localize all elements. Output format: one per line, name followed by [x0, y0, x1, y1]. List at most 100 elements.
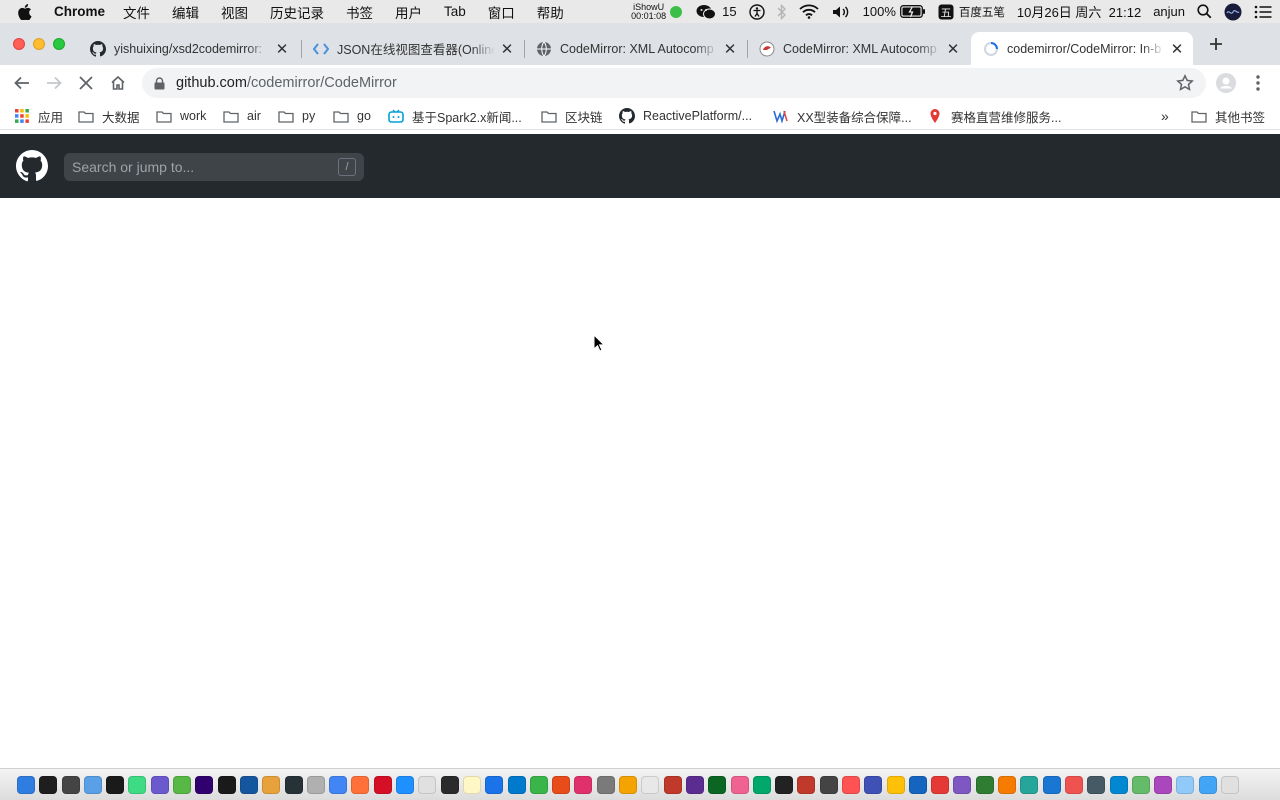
dock-app-icon[interactable]	[1020, 775, 1039, 794]
bookmark-star-icon[interactable]	[1176, 74, 1194, 92]
dock-app-icon[interactable]	[797, 775, 816, 794]
github-search-input[interactable]	[72, 159, 332, 175]
notification-center-icon[interactable]	[1254, 5, 1272, 19]
dock-app-icon[interactable]	[574, 775, 593, 794]
dock-app-icon[interactable]	[975, 775, 994, 794]
dock-app-icon[interactable]	[39, 775, 58, 794]
apple-icon[interactable]	[18, 3, 40, 20]
dock-app-icon[interactable]	[908, 775, 927, 794]
accessibility-icon[interactable]	[748, 3, 765, 20]
github-search-box[interactable]: /	[64, 153, 364, 181]
menu-file[interactable]: 文件	[123, 2, 150, 22]
dock-app-icon[interactable]	[128, 775, 147, 794]
dock-app-icon[interactable]	[931, 775, 950, 794]
dock-app-icon[interactable]	[485, 775, 504, 794]
menu-help[interactable]: 帮助	[537, 2, 564, 22]
bookmark-folder-go[interactable]: go	[333, 106, 371, 126]
dock-app-icon[interactable]	[1064, 775, 1083, 794]
dock-app-icon[interactable]	[841, 775, 860, 794]
menu-window[interactable]: 窗口	[488, 2, 515, 22]
url-text[interactable]: github.com/codemirror/CodeMirror	[176, 75, 397, 91]
dock-app-icon[interactable]	[17, 775, 35, 794]
menu-bookmarks[interactable]: 书签	[346, 2, 373, 22]
stop-loading-button[interactable]	[75, 72, 97, 94]
dock-app-icon[interactable]	[775, 775, 794, 794]
tab-codemirror-github-active[interactable]: codemirror/CodeMirror: In-b ✕	[971, 32, 1193, 65]
tab-codemirror-xml-2[interactable]: CodeMirror: XML Autocomp ✕	[747, 32, 969, 65]
tab-xsd2codemirror[interactable]: yishuixing/xsd2codemirror: ✕	[78, 32, 298, 65]
input-method-status[interactable]: 五 百度五笔	[938, 4, 1005, 20]
window-close-button[interactable]	[13, 38, 25, 50]
menu-edit[interactable]: 编辑	[172, 2, 199, 22]
bluetooth-icon[interactable]	[777, 3, 787, 20]
menu-tab[interactable]: Tab	[444, 4, 466, 19]
dock-app-icon[interactable]	[239, 775, 258, 794]
dock-app-icon[interactable]	[752, 775, 771, 794]
dock-app-icon[interactable]	[306, 775, 325, 794]
bookmark-folder-blockchain[interactable]: 区块链	[541, 106, 603, 126]
ishowu-status[interactable]: iShowU 00:01:08	[631, 2, 666, 21]
tab-json-viewer[interactable]: JSON在线视图查看器(Online ✕	[301, 32, 523, 65]
dock-app-icon[interactable]	[663, 775, 682, 794]
dock-app-icon[interactable]	[1221, 775, 1240, 794]
current-user[interactable]: anjun	[1153, 4, 1185, 19]
spotlight-search-icon[interactable]	[1197, 4, 1212, 19]
dock-app-icon[interactable]	[529, 775, 548, 794]
wechat-status[interactable]: 15	[696, 4, 737, 20]
dock-app-icon[interactable]	[262, 775, 281, 794]
dock-app-icon[interactable]	[953, 775, 972, 794]
github-logo-icon[interactable]	[16, 150, 48, 182]
bookmark-saige-repair[interactable]: 赛格直营维修服务...	[927, 106, 1061, 126]
dock-app-icon[interactable]	[284, 775, 303, 794]
bookmark-other-bookmarks[interactable]: 其他书签	[1191, 106, 1265, 126]
dock-app-icon[interactable]	[150, 775, 169, 794]
siri-icon[interactable]	[1224, 3, 1242, 21]
back-button[interactable]	[11, 72, 33, 94]
profile-avatar[interactable]	[1216, 73, 1236, 93]
tab-codemirror-xml-1[interactable]: CodeMirror: XML Autocomp ✕	[524, 32, 746, 65]
forward-button[interactable]	[43, 72, 65, 94]
dock-app-icon[interactable]	[329, 775, 348, 794]
bookmark-reactiveplatform[interactable]: ReactivePlatform/...	[619, 106, 752, 126]
dock-app-icon[interactable]	[462, 775, 481, 794]
menu-view[interactable]: 视图	[221, 2, 248, 22]
dock-app-icon[interactable]	[373, 775, 392, 794]
battery-status[interactable]: 100%	[863, 4, 926, 19]
dock-app-icon[interactable]	[396, 775, 415, 794]
dock-app-icon[interactable]	[106, 775, 125, 794]
address-bar[interactable]: github.com/codemirror/CodeMirror	[142, 68, 1206, 98]
dock-app-icon[interactable]	[1198, 775, 1217, 794]
dock-app-icon[interactable]	[1109, 775, 1128, 794]
dock-app-icon[interactable]	[596, 775, 615, 794]
bookmark-equipment-support[interactable]: XX型装备综合保障...	[773, 106, 912, 126]
dock-app-icon[interactable]	[217, 775, 236, 794]
dock-app-icon[interactable]	[685, 775, 704, 794]
menu-history[interactable]: 历史记录	[270, 2, 324, 22]
window-minimize-button[interactable]	[33, 38, 45, 50]
window-zoom-button[interactable]	[53, 38, 65, 50]
wifi-icon[interactable]	[799, 4, 819, 19]
bookmarks-overflow-chevron[interactable]: »	[1161, 106, 1169, 126]
tab-close-icon[interactable]: ✕	[945, 41, 961, 58]
dock-app-icon[interactable]	[641, 775, 660, 794]
volume-icon[interactable]	[831, 4, 851, 20]
bookmark-spark-news[interactable]: 基于Spark2.x新闻...	[388, 106, 522, 126]
dock-app-icon[interactable]	[61, 775, 80, 794]
dock-app-icon[interactable]	[998, 775, 1017, 794]
bookmark-folder-bigdata[interactable]: 大数据	[78, 106, 140, 126]
dock-app-icon[interactable]	[552, 775, 571, 794]
dock-app-icon[interactable]	[507, 775, 526, 794]
tab-close-icon[interactable]: ✕	[722, 41, 738, 58]
dock-app-icon[interactable]	[864, 775, 883, 794]
dock-app-icon[interactable]	[173, 775, 192, 794]
app-name-menu[interactable]: Chrome	[54, 4, 105, 19]
dock-app-icon[interactable]	[708, 775, 727, 794]
lock-icon[interactable]	[152, 76, 166, 90]
bookmark-folder-py[interactable]: py	[278, 106, 315, 126]
home-button[interactable]	[107, 72, 129, 94]
dock-app-icon[interactable]	[1042, 775, 1061, 794]
dock-app-icon[interactable]	[440, 775, 459, 794]
dock-app-icon[interactable]	[1131, 775, 1150, 794]
chrome-menu-button[interactable]	[1250, 73, 1266, 93]
dock-app-icon[interactable]	[819, 775, 838, 794]
